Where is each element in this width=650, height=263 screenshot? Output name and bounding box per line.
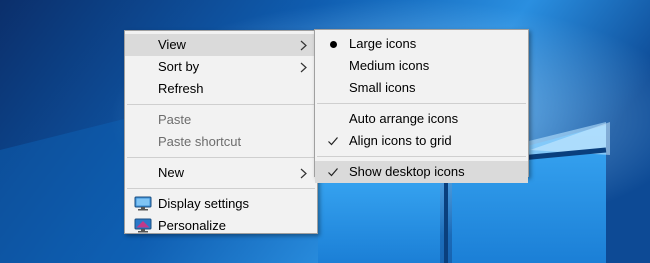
- menu-item-label: Refresh: [158, 81, 204, 96]
- menu-item-sort-by[interactable]: Sort by: [125, 56, 317, 78]
- view-submenu: Large icons Medium icons Small icons Aut…: [314, 29, 529, 183]
- submenu-item-small-icons[interactable]: Small icons: [315, 77, 528, 99]
- submenu-item-auto-arrange[interactable]: Auto arrange icons: [315, 108, 528, 130]
- bullet-icon: [327, 33, 341, 55]
- desktop-context-menu: View Sort by Refresh Paste Paste shortcu…: [124, 30, 318, 234]
- personalize-icon: [134, 218, 152, 234]
- submenu-item-label: Show desktop icons: [349, 164, 465, 179]
- chevron-right-icon: [300, 56, 307, 79]
- chevron-right-icon: [300, 162, 307, 185]
- checkmark-icon: [327, 161, 341, 183]
- submenu-item-align-to-grid[interactable]: Align icons to grid: [315, 130, 528, 152]
- submenu-item-label: Align icons to grid: [349, 133, 452, 148]
- menu-item-refresh[interactable]: Refresh: [125, 78, 317, 100]
- display-settings-icon: [134, 196, 152, 212]
- menu-item-label: New: [158, 165, 185, 180]
- menu-item-label: Paste: [158, 112, 192, 127]
- menu-item-label: Display settings: [158, 196, 250, 211]
- menu-item-new[interactable]: New: [125, 162, 317, 184]
- submenu-item-label: Auto arrange icons: [349, 111, 459, 126]
- menu-item-label: Sort by: [158, 59, 200, 74]
- menu-item-label: Personalize: [158, 218, 226, 233]
- menu-separator: [317, 103, 526, 104]
- submenu-item-label: Medium icons: [349, 58, 430, 73]
- menu-separator: [127, 157, 315, 158]
- menu-item-personalize[interactable]: Personalize: [125, 215, 317, 237]
- menu-item-label: Paste shortcut: [158, 134, 242, 149]
- menu-separator: [127, 104, 315, 105]
- submenu-item-show-desktop-icons[interactable]: Show desktop icons: [315, 161, 528, 183]
- submenu-item-label: Small icons: [349, 80, 416, 95]
- menu-item-display-settings[interactable]: Display settings: [125, 193, 317, 215]
- submenu-item-label: Large icons: [349, 36, 417, 51]
- submenu-item-large-icons[interactable]: Large icons: [315, 33, 528, 55]
- menu-item-view[interactable]: View: [125, 34, 317, 56]
- menu-separator: [127, 188, 315, 189]
- checkmark-icon: [327, 130, 341, 152]
- menu-item-label: View: [158, 37, 186, 52]
- menu-item-paste-shortcut: Paste shortcut: [125, 131, 317, 153]
- chevron-right-icon: [300, 34, 307, 57]
- submenu-item-medium-icons[interactable]: Medium icons: [315, 55, 528, 77]
- menu-item-paste: Paste: [125, 109, 317, 131]
- menu-separator: [317, 156, 526, 157]
